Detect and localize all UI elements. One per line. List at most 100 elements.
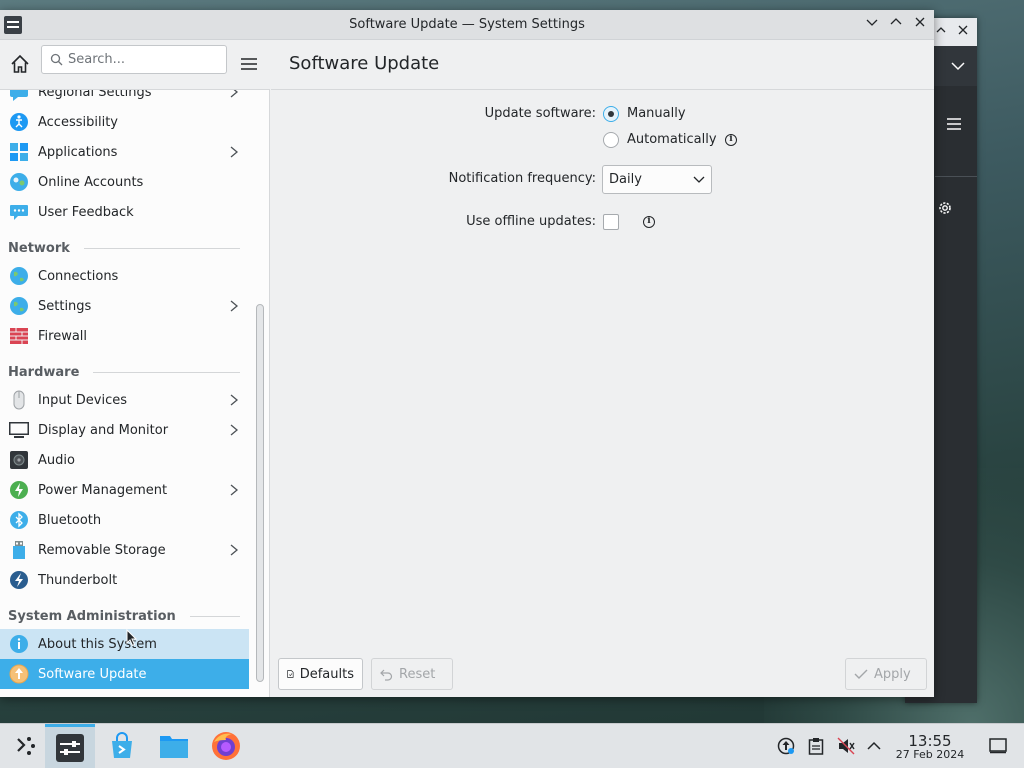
minimize-button[interactable]	[863, 15, 881, 33]
sidebar-item-input-devices[interactable]: Input Devices	[0, 385, 249, 415]
close-icon	[915, 17, 925, 27]
info-icon	[9, 634, 29, 654]
offline-updates-label: Use offline updates:	[466, 214, 596, 229]
category-title: Network	[8, 240, 70, 256]
sidebar-item-regional-settings[interactable]: Regional Settings	[0, 90, 249, 107]
sidebar-item-applications[interactable]: Applications	[0, 137, 249, 167]
home-button[interactable]	[8, 52, 32, 76]
chevron-down-icon[interactable]	[951, 61, 965, 71]
apply-label: Apply	[874, 666, 911, 682]
category-system-administration: System Administration	[8, 606, 240, 626]
sidebar-item-label: Applications	[38, 144, 118, 160]
sidebar-item-label: Accessibility	[38, 114, 118, 130]
maximize-icon[interactable]	[933, 24, 949, 40]
sidebar-item-label: Audio	[38, 452, 75, 468]
defaults-button[interactable]: Defaults	[278, 658, 363, 690]
chevron-right-icon	[230, 90, 239, 98]
chevron-right-icon	[230, 146, 239, 158]
chevron-up-icon	[890, 18, 902, 25]
tray-expand-icon[interactable]	[864, 736, 884, 756]
category-network: Network	[8, 238, 240, 258]
sidebar-item-removable-storage[interactable]: Removable Storage	[0, 535, 249, 565]
mouse-icon	[9, 390, 29, 410]
sidebar-item-firewall[interactable]: Firewall	[0, 321, 249, 351]
sidebar-item-label: Input Devices	[38, 392, 128, 408]
sidebar-item-display-monitor[interactable]: Display and Monitor	[0, 415, 249, 445]
radio-manually[interactable]	[603, 106, 619, 122]
update-software-label: Update software:	[484, 106, 596, 121]
globe-icon	[9, 296, 29, 316]
offline-updates-checkbox[interactable]	[603, 214, 619, 230]
clipboard-icon[interactable]	[806, 736, 826, 756]
maximize-button[interactable]	[887, 15, 905, 33]
sidebar-item-audio[interactable]: Audio	[0, 445, 249, 475]
application-launcher-button[interactable]	[0, 724, 50, 768]
undo-icon	[380, 669, 393, 681]
sidebar-item-network-settings[interactable]: Settings	[0, 291, 249, 321]
category-title: System Administration	[8, 608, 176, 624]
sidebar-item-accessibility[interactable]: Accessibility	[0, 107, 249, 137]
sidebar-item-power-management[interactable]: Power Management	[0, 475, 249, 505]
show-desktop-icon[interactable]	[988, 736, 1008, 756]
scrollbar-thumb[interactable]	[256, 304, 264, 682]
taskbar-dolphin[interactable]	[149, 724, 199, 768]
window-titlebar[interactable]: Software Update — System Settings	[0, 10, 934, 40]
gear-icon[interactable]	[937, 200, 953, 216]
sidebar-item-software-update[interactable]: Software Update	[0, 659, 249, 689]
sidebar-item-about-system[interactable]: About this System	[0, 629, 249, 659]
notification-frequency-label: Notification frequency:	[448, 171, 596, 186]
sidebar-scrollbar[interactable]	[250, 90, 270, 697]
close-icon[interactable]	[955, 24, 971, 40]
volume-muted-icon[interactable]	[836, 736, 856, 756]
content-header: Software Update	[271, 40, 934, 90]
applications-icon	[9, 142, 29, 162]
page-title: Software Update	[289, 53, 440, 74]
sidebar-item-thunderbolt[interactable]: Thunderbolt	[0, 565, 249, 595]
clock-date[interactable]: 27 Feb 2024	[890, 748, 970, 761]
sidebar-item-label: User Feedback	[38, 204, 134, 220]
sidebar-item-connections[interactable]: Connections	[0, 261, 249, 291]
taskbar: 13:55 27 Feb 2024	[0, 723, 1024, 768]
radio-automatically[interactable]	[603, 132, 619, 148]
hamburger-menu-icon	[241, 58, 257, 70]
chevron-right-icon	[230, 544, 239, 556]
hamburger-menu-icon[interactable]	[947, 118, 961, 130]
chevron-down-icon	[866, 19, 878, 26]
info-icon[interactable]: i	[643, 216, 655, 228]
content-area: Update software: Manually Automatically …	[271, 90, 934, 697]
usb-drive-icon	[9, 540, 29, 560]
search-field[interactable]	[41, 45, 227, 74]
sidebar-item-bluetooth[interactable]: Bluetooth	[0, 505, 249, 535]
document-icon	[287, 670, 294, 678]
radio-automatically-label[interactable]: Automatically	[627, 132, 717, 147]
category-hardware: Hardware	[8, 362, 240, 382]
search-input[interactable]	[68, 50, 218, 69]
hamburger-menu-button[interactable]	[238, 53, 260, 75]
discover-icon	[112, 732, 132, 758]
notification-frequency-select[interactable]: Daily	[602, 165, 712, 194]
select-value: Daily	[609, 172, 642, 187]
update-notifier-icon[interactable]	[776, 736, 796, 756]
sidebar-item-label: About this System	[38, 636, 157, 652]
thunderbolt-icon	[9, 570, 29, 590]
taskbar-discover[interactable]	[97, 724, 147, 768]
sidebar-item-label: Settings	[38, 298, 92, 314]
chevron-right-icon	[230, 484, 239, 496]
chevron-down-icon	[693, 176, 705, 183]
reset-button[interactable]: Reset	[371, 658, 453, 690]
close-button[interactable]	[911, 15, 929, 33]
sidebar-item-label: Bluetooth	[38, 512, 102, 528]
sidebar-header	[0, 40, 270, 90]
info-icon[interactable]: i	[725, 134, 737, 146]
home-icon	[11, 54, 29, 73]
divider	[83, 247, 240, 249]
user-feedback-icon	[9, 202, 29, 222]
apply-button[interactable]: Apply	[845, 658, 927, 690]
chevron-right-icon	[230, 300, 239, 312]
taskbar-firefox[interactable]	[201, 724, 251, 768]
footer-bar: Defaults Reset Apply	[271, 650, 934, 697]
taskbar-system-settings[interactable]	[45, 724, 95, 768]
radio-manually-label[interactable]: Manually	[627, 106, 686, 121]
sidebar-item-online-accounts[interactable]: Online Accounts	[0, 167, 249, 197]
sidebar-item-user-feedback[interactable]: User Feedback	[0, 197, 249, 227]
